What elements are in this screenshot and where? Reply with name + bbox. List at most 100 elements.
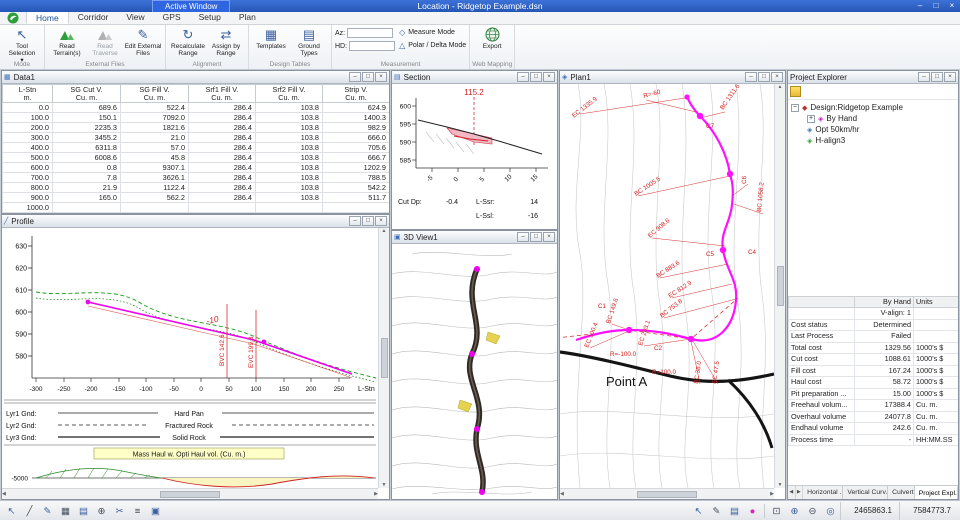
tab-setup[interactable]: Setup — [190, 11, 230, 24]
hd-input[interactable] — [349, 41, 395, 51]
table-row[interactable]: 0.0689.6522.4286.4103.8624.9 — [3, 103, 390, 113]
panel-maximize-button[interactable]: □ — [530, 232, 542, 242]
plan-horizontal-scrollbar[interactable]: ◀▶ — [560, 488, 774, 499]
table-row[interactable]: 100.0150.17092.0286.4103.81400.3 — [3, 113, 390, 123]
panel-maximize-button[interactable]: □ — [931, 72, 943, 82]
scroll-down-icon[interactable]: ▼ — [379, 482, 389, 488]
tab-vertical-curve[interactable]: Vertical Curv... — [843, 486, 888, 499]
column-header[interactable]: Srf2 Fill V.Cu. m. — [256, 85, 323, 103]
ground-types-button[interactable]: ▤ Ground Types — [290, 26, 328, 57]
panel-maximize-button[interactable]: □ — [362, 72, 374, 82]
panel-close-button[interactable]: × — [944, 72, 956, 82]
table-row[interactable]: Endhaul volume242.6Cu. m. — [789, 423, 959, 435]
section-titlebar[interactable]: ▤ Section – □ × — [392, 71, 557, 84]
tab-view[interactable]: View — [117, 11, 153, 24]
table-row[interactable]: V-align: 1 — [789, 308, 959, 320]
table-row[interactable]: Cost statusDetermined — [789, 319, 959, 331]
cum-total-row[interactable]: Cum. Tot. 19047.1 24177.6 2864.0 1038.0 … — [3, 213, 390, 214]
scroll-up-icon[interactable]: ▲ — [379, 228, 389, 234]
props-header-units[interactable]: Units — [914, 297, 959, 308]
section-chart[interactable]: 115.2 600 595 590 585 -5 0 5 10 — [392, 84, 557, 229]
panel-close-button[interactable]: × — [771, 72, 783, 82]
read-traverse-button[interactable]: Read Traverse — [86, 26, 124, 57]
scrollbar-thumb[interactable] — [637, 491, 697, 498]
zoom-out-icon[interactable]: ⊖ — [804, 503, 821, 519]
grid-icon[interactable]: ▦ — [57, 503, 74, 519]
templates-button[interactable]: ▦ Templates — [252, 26, 290, 50]
table-row[interactable]: 700.07.83626.1286.4103.8788.5 — [3, 173, 390, 183]
table-row[interactable]: Fill cost167.241000's $ — [789, 365, 959, 377]
profile-chart[interactable]: 630 620 610 600 590 580 BVC 142.6 EVC 19… — [2, 228, 378, 490]
view3d-titlebar[interactable]: ▣ 3D View1 – □ × — [392, 231, 557, 244]
data1-content[interactable]: L-Stnm. SG Cut V.Cu. m. SG Fill V.Cu. m.… — [2, 84, 389, 213]
edit-external-files-button[interactable]: ✎ Edit External Files — [124, 26, 162, 57]
panel-minimize-button[interactable]: – — [918, 72, 930, 82]
panel-close-button[interactable]: × — [543, 72, 555, 82]
recalculate-range-button[interactable]: ↻ Recalculate Range — [169, 26, 207, 57]
table-row[interactable]: 200.02235.31821.6286.4103.8982.9 — [3, 123, 390, 133]
tree-item-opt-50[interactable]: ◈ Opt 50km/hr — [791, 124, 958, 135]
zoom-in-icon[interactable]: ⊕ — [786, 503, 803, 519]
polar-delta-mode-toggle[interactable]: △Polar / Delta Mode — [399, 41, 466, 51]
view3d-content[interactable] — [392, 244, 557, 499]
table-row[interactable]: 300.03455.221.0286.4103.8666.0 — [3, 133, 390, 143]
table-row[interactable]: 900.0165.0562.2286.4103.8511.7 — [3, 193, 390, 203]
export-button[interactable]: Export — [473, 26, 511, 50]
pencil-icon[interactable]: ✎ — [708, 503, 725, 519]
section-content[interactable]: 115.2 600 595 590 585 -5 0 5 10 — [392, 84, 557, 229]
scroll-up-icon[interactable]: ▲ — [775, 84, 785, 90]
app-menu-button[interactable] — [0, 11, 26, 24]
table-row[interactable]: 800.021.91122.4286.4103.8542.2 — [3, 183, 390, 193]
expand-icon[interactable]: + — [807, 115, 815, 123]
table-row[interactable]: Total cost1329.561000's $ — [789, 342, 959, 354]
table-row[interactable]: Last ProcessFailed — [789, 331, 959, 343]
draw-line-icon[interactable]: ╱ — [21, 503, 38, 519]
window-minimize-button[interactable]: – — [912, 0, 928, 12]
scrollbar-thumb[interactable] — [381, 338, 388, 378]
add-point-icon[interactable]: ⊕ — [93, 503, 110, 519]
profile-content[interactable]: 630 620 610 600 590 580 BVC 142.6 EVC 19… — [2, 228, 389, 499]
column-header[interactable]: Srf1 Fill V.Cu. m. — [189, 85, 256, 103]
props-header-by-hand[interactable]: By Hand — [855, 297, 914, 308]
table-row[interactable]: Pit preparation ...15.001000's $ — [789, 388, 959, 400]
data1-titlebar[interactable]: ▦ Data1 – □ × — [2, 71, 389, 84]
table-row[interactable]: 400.06311.857.0286.4103.8705.6 — [3, 143, 390, 153]
table-icon[interactable]: ▤ — [75, 503, 92, 519]
table-row[interactable]: 600.00.89307.1286.4103.81202.9 — [3, 163, 390, 173]
tab-scroll-left-icon[interactable]: ◀ — [788, 486, 796, 499]
report-icon[interactable]: ▤ — [726, 503, 743, 519]
panel-minimize-button[interactable]: – — [517, 72, 529, 82]
table-row[interactable]: Process time-HH:MM.SS — [789, 434, 959, 446]
scroll-right-icon[interactable]: ▶ — [374, 491, 378, 497]
scroll-left-icon[interactable]: ◀ — [2, 491, 6, 497]
tab-scroll-right-icon[interactable]: ▶ — [796, 486, 804, 499]
tab-home[interactable]: Home — [26, 11, 69, 24]
scroll-left-icon[interactable]: ◀ — [560, 491, 564, 497]
window-maximize-button[interactable]: □ — [928, 0, 944, 12]
scrollbar-thumb[interactable] — [160, 491, 220, 498]
tab-plan[interactable]: Plan — [230, 11, 265, 24]
az-input[interactable] — [347, 28, 393, 38]
plan-canvas[interactable]: EC 1335.9 R=-60 BC 1311.6 C7 C6 BC 1058.… — [560, 84, 774, 488]
profile-titlebar[interactable]: ╱ Profile – □ × — [2, 215, 389, 228]
tab-gps[interactable]: GPS — [154, 11, 190, 24]
table-row[interactable]: Freehaul volum...17388.4Cu. m. — [789, 400, 959, 412]
panel-maximize-button[interactable]: □ — [758, 72, 770, 82]
column-header[interactable]: SG Fill V.Cu. m. — [121, 85, 189, 103]
panel-close-button[interactable]: × — [543, 232, 555, 242]
window-close-button[interactable]: × — [944, 0, 960, 12]
column-header[interactable]: Strip V.Cu. m. — [323, 85, 390, 103]
panel-minimize-button[interactable]: – — [349, 72, 361, 82]
tab-project-explorer[interactable]: Project Expl... — [915, 486, 958, 499]
profile-vertical-scrollbar[interactable]: ▲▼ — [378, 228, 389, 488]
scroll-down-icon[interactable]: ▼ — [775, 482, 785, 488]
tab-corridor[interactable]: Corridor — [69, 11, 118, 24]
active-window-badge[interactable]: Active Window — [152, 0, 230, 12]
table-row[interactable]: Haul cost58.721000's $ — [789, 377, 959, 389]
view3d-canvas[interactable] — [392, 244, 557, 499]
plan-vertical-scrollbar[interactable]: ▲▼ — [774, 84, 785, 488]
table-row[interactable]: 1000.0 — [3, 203, 390, 213]
scrollbar-thumb[interactable] — [777, 266, 784, 306]
zoom-window-icon[interactable]: ⊡ — [768, 503, 785, 519]
zoom-extents-icon[interactable]: ◎ — [822, 503, 839, 519]
